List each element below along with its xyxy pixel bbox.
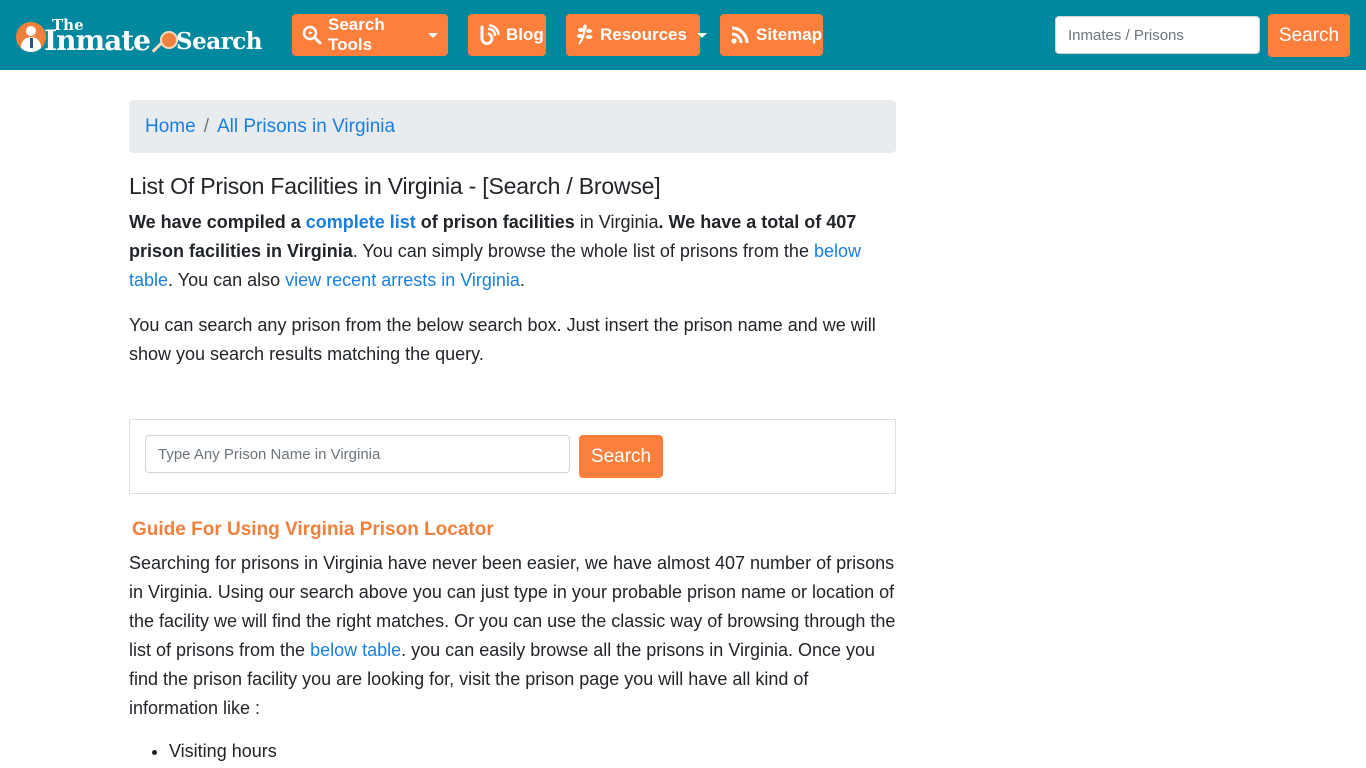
info-list: Visiting hours	[129, 737, 896, 766]
guide-below-table-link[interactable]: below table	[310, 640, 401, 660]
prison-search-card: Search	[129, 419, 896, 494]
intro-text-7: .	[519, 270, 525, 290]
chevron-down-icon	[696, 32, 707, 38]
breadcrumb: Home / All Prisons in Virginia	[129, 100, 896, 153]
intro-paragraph: We have compiled a complete list of pris…	[129, 208, 896, 295]
list-item: Visiting hours	[169, 737, 896, 766]
complete-list-link[interactable]: complete list	[306, 212, 416, 232]
guide-paragraph: Searching for prisons in Virginia have n…	[129, 549, 896, 723]
site-logo[interactable]: The Inmate Search	[14, 14, 274, 58]
search-bolt-icon	[302, 25, 322, 45]
nav-resources-dropdown[interactable]: Resources	[566, 14, 707, 56]
top-search-button[interactable]: Search	[1268, 14, 1350, 57]
nav-resources-label: Resources	[600, 25, 687, 44]
prison-search-button[interactable]: Search	[579, 435, 663, 478]
rss-icon	[730, 25, 750, 45]
blogger-icon	[478, 24, 500, 46]
inmate-prison-search-input[interactable]	[1055, 16, 1260, 54]
chevron-down-icon	[428, 32, 438, 38]
breadcrumb-all-prisons-link[interactable]: All Prisons in Virginia	[217, 116, 395, 138]
leaf-icon	[576, 24, 594, 46]
guide-heading: Guide For Using Virginia Prison Locator	[132, 519, 494, 540]
intro-text-6: . You can also	[168, 270, 286, 290]
breadcrumb-home-link[interactable]: Home	[145, 116, 196, 138]
inmate-avatar-icon	[16, 22, 46, 52]
logo-text-inmate: Inmate	[44, 24, 151, 57]
search-description: You can search any prison from the below…	[129, 315, 876, 364]
recent-arrests-link[interactable]: view recent arrests in Virginia	[285, 270, 520, 290]
nav-sitemap-label: Sitemap	[756, 25, 823, 44]
nav-search-tools-label: Search Tools	[328, 15, 385, 54]
navbar: The Inmate Search Search Tools Blog Reso…	[0, 0, 1366, 70]
intro-text-5: . You can simply browse the whole list o…	[352, 241, 814, 261]
nav-search-tools-dropdown[interactable]: Search Tools	[292, 14, 448, 56]
intro-text-2: of prison facilities	[415, 212, 575, 232]
logo-text-search: Search	[176, 28, 263, 55]
nav-blog-button[interactable]: Blog	[468, 14, 546, 56]
nav-sitemap-button[interactable]: Sitemap	[720, 14, 823, 56]
nav-blog-label: Blog	[506, 25, 544, 44]
intro-text-3: in Virginia	[574, 212, 659, 232]
main-content: Home / All Prisons in Virginia List Of P…	[129, 100, 896, 766]
page-title: List Of Prison Facilities in Virginia - …	[129, 173, 661, 199]
intro-text-1: We have compiled a	[129, 212, 306, 232]
breadcrumb-separator: /	[203, 115, 209, 137]
prison-name-search-input[interactable]	[145, 435, 570, 473]
